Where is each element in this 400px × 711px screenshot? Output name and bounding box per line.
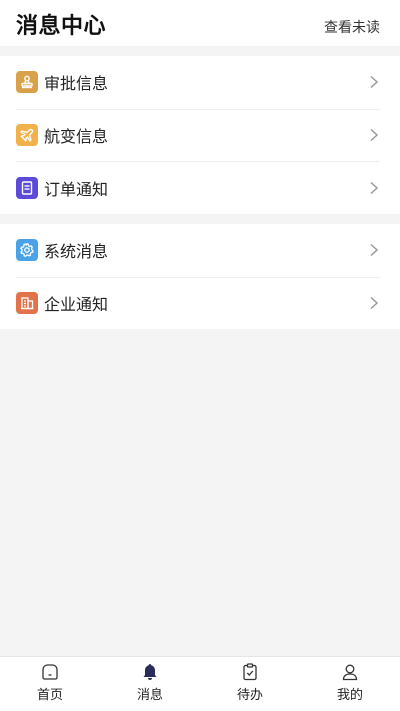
bottom-tab-bar: 首页 消息 待办 我的 <box>0 656 400 711</box>
message-group-1: 审批信息 航变信息 订单通知 <box>0 56 400 214</box>
message-group-2: 系统消息 企业通知 <box>0 224 400 329</box>
stamp-icon <box>16 71 38 94</box>
row-approval-info[interactable]: 审批信息 <box>16 56 380 109</box>
document-icon <box>16 176 38 199</box>
bell-icon <box>143 664 157 680</box>
tab-label: 消息 <box>136 688 163 703</box>
row-label: 订单通知 <box>44 179 109 199</box>
page-title: 消息中心 <box>16 14 107 39</box>
row-label: 审批信息 <box>44 74 109 94</box>
chevron-right-icon <box>370 244 379 257</box>
chevron-right-icon <box>370 297 379 310</box>
chevron-right-icon <box>370 181 379 194</box>
home-icon <box>42 664 58 680</box>
clipboard-icon <box>243 663 257 681</box>
message-center-page: 消息中心 查看未读 审批信息 航变信息 订单通知 系统消息 企业通知 首页 消息… <box>0 0 400 711</box>
chevron-right-icon <box>370 76 379 89</box>
airplane-icon <box>16 124 38 147</box>
row-enterprise-notice[interactable]: 企业通知 <box>16 276 380 330</box>
tab-label: 待办 <box>236 688 263 703</box>
row-label: 系统消息 <box>44 242 109 262</box>
tab-label: 我的 <box>336 688 363 703</box>
row-system-message[interactable]: 系统消息 <box>16 224 380 277</box>
tab-label: 首页 <box>36 688 63 703</box>
gear-icon <box>16 239 38 262</box>
user-icon <box>342 664 358 681</box>
building-icon <box>16 292 38 315</box>
header: 消息中心 查看未读 <box>0 0 400 46</box>
row-flight-change-info[interactable]: 航变信息 <box>16 108 380 162</box>
row-label: 航变信息 <box>44 127 109 147</box>
row-label: 企业通知 <box>44 295 109 315</box>
tab-home[interactable]: 首页 <box>0 657 100 711</box>
chevron-right-icon <box>370 129 379 142</box>
tab-messages[interactable]: 消息 <box>100 657 200 711</box>
tab-todo[interactable]: 待办 <box>200 657 300 711</box>
tab-mine[interactable]: 我的 <box>300 657 400 711</box>
view-unread-button[interactable]: 查看未读 <box>324 17 380 37</box>
row-order-notice[interactable]: 订单通知 <box>16 161 380 214</box>
